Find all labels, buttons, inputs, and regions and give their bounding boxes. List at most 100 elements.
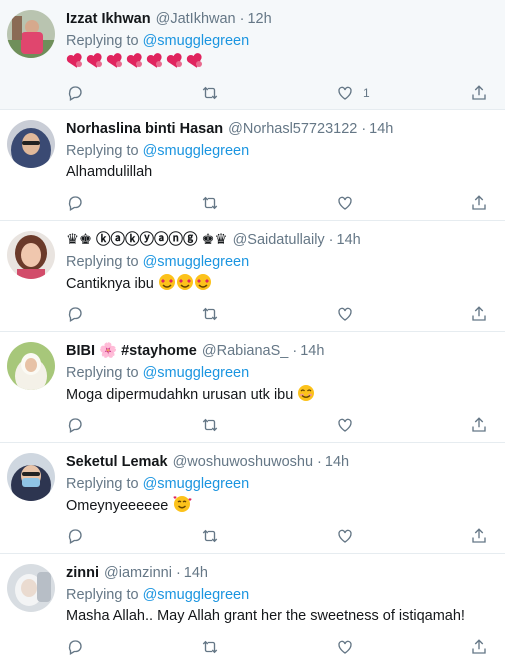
author-handle[interactable]: @iamzinni <box>104 564 172 583</box>
like-button[interactable] <box>336 414 354 436</box>
retweet-button[interactable] <box>201 82 219 104</box>
like-button[interactable] <box>336 636 354 658</box>
tweet-text: Cantiknya ibu <box>66 273 497 294</box>
timestamp[interactable]: 14h <box>300 342 324 361</box>
share-button[interactable] <box>470 303 488 325</box>
tweet-text: Omeynyeeeeee <box>66 495 497 516</box>
author-name[interactable]: BIBI 🌸 #stayhome <box>66 342 197 361</box>
share-button[interactable] <box>470 636 488 658</box>
tweet-actions <box>66 525 490 547</box>
mention-link[interactable]: @smugglegreen <box>143 365 250 381</box>
heart-eyes-emoji <box>158 274 212 292</box>
avatar[interactable] <box>7 564 55 612</box>
replying-label: Replying to <box>66 476 139 492</box>
tweet-actions <box>66 636 490 658</box>
author-handle[interactable]: @Norhasl57723122 <box>228 120 357 139</box>
retweet-icon <box>202 196 218 210</box>
separator-dot: · <box>317 454 322 470</box>
heart-icon <box>338 196 352 210</box>
author-handle[interactable]: @RabianaS_ <box>202 342 288 361</box>
replying-label: Replying to <box>66 143 139 159</box>
avatar[interactable] <box>7 342 55 390</box>
reply-button[interactable] <box>66 303 84 325</box>
heart-icon <box>338 529 352 543</box>
reply-icon <box>68 307 82 322</box>
like-button[interactable] <box>336 192 354 214</box>
heart-icon <box>338 418 352 432</box>
mention-link[interactable]: @smugglegreen <box>143 587 250 603</box>
retweet-icon <box>202 86 218 100</box>
share-button[interactable] <box>470 414 488 436</box>
reply-icon <box>68 418 82 433</box>
author-handle[interactable]: @woshuwoshuwoshu <box>173 453 313 472</box>
retweet-button[interactable] <box>201 525 219 547</box>
tweet-text-content: Moga dipermudahkn urusan utk ibu <box>66 387 294 403</box>
mention-link[interactable]: @smugglegreen <box>143 143 250 159</box>
share-icon <box>472 195 486 210</box>
avatar[interactable] <box>7 231 55 279</box>
retweet-icon <box>202 529 218 543</box>
retweet-button[interactable] <box>201 636 219 658</box>
timestamp[interactable]: 14h <box>184 564 208 583</box>
replying-to: Replying to @smugglegreen <box>66 363 497 383</box>
tweet[interactable]: zinni @iamzinni · 14h Replying to @smugg… <box>0 554 505 663</box>
reply-button[interactable] <box>66 636 84 658</box>
retweet-icon <box>202 640 218 654</box>
timestamp[interactable]: 12h <box>247 10 271 29</box>
share-button[interactable] <box>470 82 488 104</box>
separator-dot: · <box>239 11 245 27</box>
like-button[interactable] <box>336 525 354 547</box>
smiling-face-with-hearts-emoji <box>172 496 192 514</box>
tweet-text: Moga dipermudahkn urusan utk ibu <box>66 384 497 405</box>
replying-to: Replying to @smugglegreen <box>66 141 497 161</box>
tweet-text: Alhamdulillah <box>66 162 497 182</box>
like-button[interactable]: 1 <box>336 82 370 104</box>
tweet-actions: 1 <box>66 82 490 104</box>
author-name[interactable]: Norhaslina binti Hasan <box>66 120 223 139</box>
reply-button[interactable] <box>66 414 84 436</box>
author-handle[interactable]: @Saidatullaily <box>233 231 325 250</box>
like-button[interactable] <box>336 303 354 325</box>
reply-icon <box>68 196 82 211</box>
tweet[interactable]: Norhaslina binti Hasan @Norhasl57723122 … <box>0 110 505 221</box>
reply-feed: Izzat Ikhwan @JatIkhwan · 12h Replying t… <box>0 0 505 663</box>
tweet-actions <box>66 303 490 325</box>
retweet-icon <box>202 418 218 432</box>
share-button[interactable] <box>470 192 488 214</box>
author-name[interactable]: zinni <box>66 564 99 583</box>
share-icon <box>472 528 486 543</box>
timestamp[interactable]: 14h <box>325 453 349 472</box>
retweet-button[interactable] <box>201 192 219 214</box>
heart-icon <box>338 307 352 321</box>
reply-button[interactable] <box>66 82 84 104</box>
tweet[interactable]: ♛♚ ⓚⓐⓚⓨⓐⓝⓖ ♚♛ @Saidatullaily · 14h Reply… <box>0 221 505 332</box>
smile-emoji <box>297 385 315 403</box>
tweet[interactable]: BIBI 🌸 #stayhome @RabianaS_ · 14h Replyi… <box>0 332 505 443</box>
replying-to: Replying to @smugglegreen <box>66 585 497 605</box>
mention-link[interactable]: @smugglegreen <box>143 254 250 270</box>
retweet-button[interactable] <box>201 303 219 325</box>
replying-label: Replying to <box>66 587 139 603</box>
timestamp[interactable]: 14h <box>369 120 393 139</box>
retweet-button[interactable] <box>201 414 219 436</box>
tweet-text-content: Alhamdulillah <box>66 164 153 180</box>
author-name[interactable]: ♛♚ ⓚⓐⓚⓨⓐⓝⓖ ♚♛ <box>66 231 228 250</box>
tweet-text <box>66 52 497 73</box>
reply-button[interactable] <box>66 525 84 547</box>
author-name[interactable]: Izzat Ikhwan <box>66 10 151 29</box>
avatar[interactable] <box>7 453 55 501</box>
avatar[interactable] <box>7 120 55 168</box>
tweet[interactable]: Izzat Ikhwan @JatIkhwan · 12h Replying t… <box>0 0 505 110</box>
share-button[interactable] <box>470 525 488 547</box>
reply-button[interactable] <box>66 192 84 214</box>
replying-to: Replying to @smugglegreen <box>66 252 497 272</box>
avatar[interactable] <box>7 10 55 58</box>
mention-link[interactable]: @smugglegreen <box>143 476 250 492</box>
author-name[interactable]: Seketul Lemak <box>66 453 168 472</box>
separator-dot: · <box>361 121 367 137</box>
author-handle[interactable]: @JatIkhwan <box>156 10 236 29</box>
tweet[interactable]: Seketul Lemak @woshuwoshuwoshu · 14h Rep… <box>0 443 505 554</box>
mention-link[interactable]: @smugglegreen <box>143 33 250 49</box>
like-count: 1 <box>363 86 370 100</box>
timestamp[interactable]: 14h <box>337 231 361 250</box>
